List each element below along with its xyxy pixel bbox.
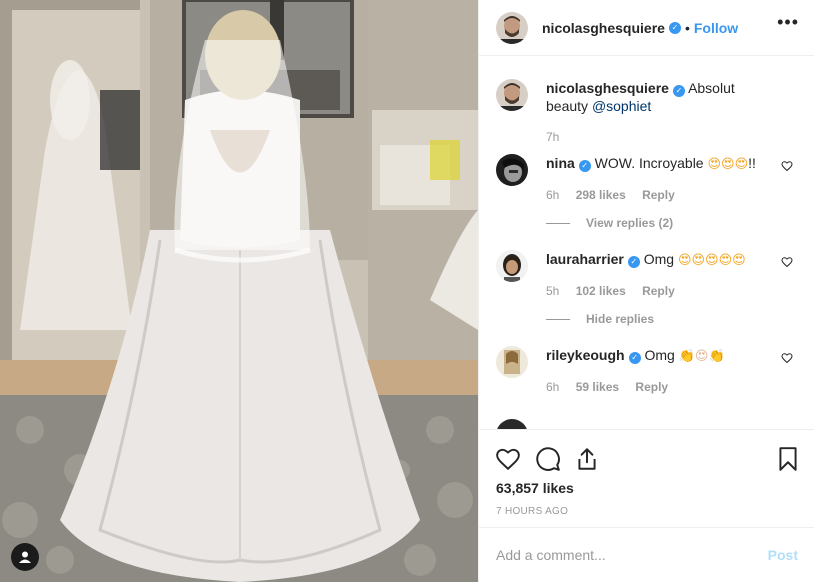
reply-button[interactable]: Reply [635,380,668,394]
comment-time[interactable]: 6h [546,380,559,394]
post-photo[interactable] [0,0,478,582]
comment-emoji: 👏😍👏 [678,349,725,364]
comment-username[interactable]: nina [546,155,575,171]
ellipsis-icon[interactable]: ••• [777,12,799,33]
comment-likes[interactable]: 298 likes [576,188,626,202]
replies-toggle-label: Hide replies [586,312,655,326]
post-actions: 63,857 likes 7 HOURS AGO [479,429,814,527]
comment-meta: 6h 298 likes Reply [546,186,768,204]
bookmark-icon[interactable] [775,446,801,472]
comment-text: WOW. Incroyable [594,155,704,171]
post-side-panel: nicolasghesquiere ✓ • Follow ••• nicolas… [478,0,814,582]
view-replies-button[interactable]: View replies (2) [546,214,768,232]
comment-likes[interactable]: 102 likes [576,284,626,298]
share-icon[interactable] [574,446,600,472]
replies-divider [546,318,570,320]
caption-mention[interactable]: @sophiet [592,98,651,114]
comment-username[interactable]: lauraharrier [546,251,624,267]
header-separator: • [684,19,690,36]
comment-body: rileykeough ✓ Omg 👏😍👏 6h 59 likes Reply [546,346,768,396]
caption-body: nicolasghesquiere ✓ Absolut beauty @sophi… [546,79,768,146]
comment-like-heart-icon[interactable] [781,352,793,364]
verified-badge-icon: ✓ [668,21,681,34]
user-tag-icon [19,551,31,563]
verified-badge-icon: ✓ [627,256,640,268]
replies-toggle-label: View replies (2) [586,216,674,230]
comment-meta: 5h 102 likes Reply [546,282,768,300]
post-comment-button[interactable]: Post [768,547,798,563]
replies-divider [546,222,570,224]
comment-time[interactable]: 5h [546,284,559,298]
hide-replies-button[interactable]: Hide replies [546,310,768,328]
comment-like-heart-icon[interactable] [781,160,793,172]
comment-avatar[interactable] [496,346,528,378]
verified-badge-icon: ✓ [578,160,591,172]
comment-suffix: !! [748,155,756,171]
wedding-dress-photo [0,0,478,582]
verified-badge-icon: ✓ [672,85,685,97]
heart-icon[interactable] [495,446,521,472]
comment-text: Omg [644,347,675,363]
author-username[interactable]: nicolasghesquiere [542,20,665,36]
comment-avatar[interactable] [496,250,528,282]
comment-meta: 6h 59 likes Reply [546,378,768,396]
comment-avatar[interactable] [496,154,528,186]
comments-list[interactable]: nicolasghesquiere ✓ Absolut beauty @sophi… [479,57,814,429]
comment-emoji: 😍😍😍😍😍 [677,253,746,268]
likes-count[interactable]: 63,857 likes [496,480,574,496]
comment-emoji: 😍😍😍 [707,157,749,172]
comment-like-heart-icon[interactable] [781,256,793,268]
caption-time[interactable]: 7h [546,130,559,144]
caption-username[interactable]: nicolasghesquiere [546,80,669,96]
comment-text: Omg [643,251,675,267]
comment-username[interactable]: rileykeough [546,347,625,363]
follow-button[interactable]: Follow [694,20,738,36]
comment-input[interactable] [496,547,768,563]
comment-body: lauraharrier ✓ Omg 😍😍😍😍😍 5h 102 likes Rep… [546,250,768,328]
comment-composer: Post [479,527,814,582]
reply-button[interactable]: Reply [642,188,675,202]
caption-meta: 7h [546,128,768,146]
verified-badge-icon: ✓ [628,352,641,364]
comment-time[interactable]: 6h [546,188,559,202]
reply-button[interactable]: Reply [642,284,675,298]
comment-likes[interactable]: 59 likes [576,380,619,394]
user-tag-button[interactable] [11,543,39,571]
post-timestamp[interactable]: 7 HOURS AGO [496,506,568,517]
comment-avatar[interactable] [496,419,528,429]
comment-icon[interactable] [535,446,561,472]
post-header: nicolasghesquiere ✓ • Follow ••• [479,0,814,56]
comment-body: nina ✓ WOW. Incroyable 😍😍😍!! 6h 298 likes… [546,154,768,232]
author-avatar[interactable] [496,11,528,44]
caption-avatar[interactable] [496,79,528,111]
